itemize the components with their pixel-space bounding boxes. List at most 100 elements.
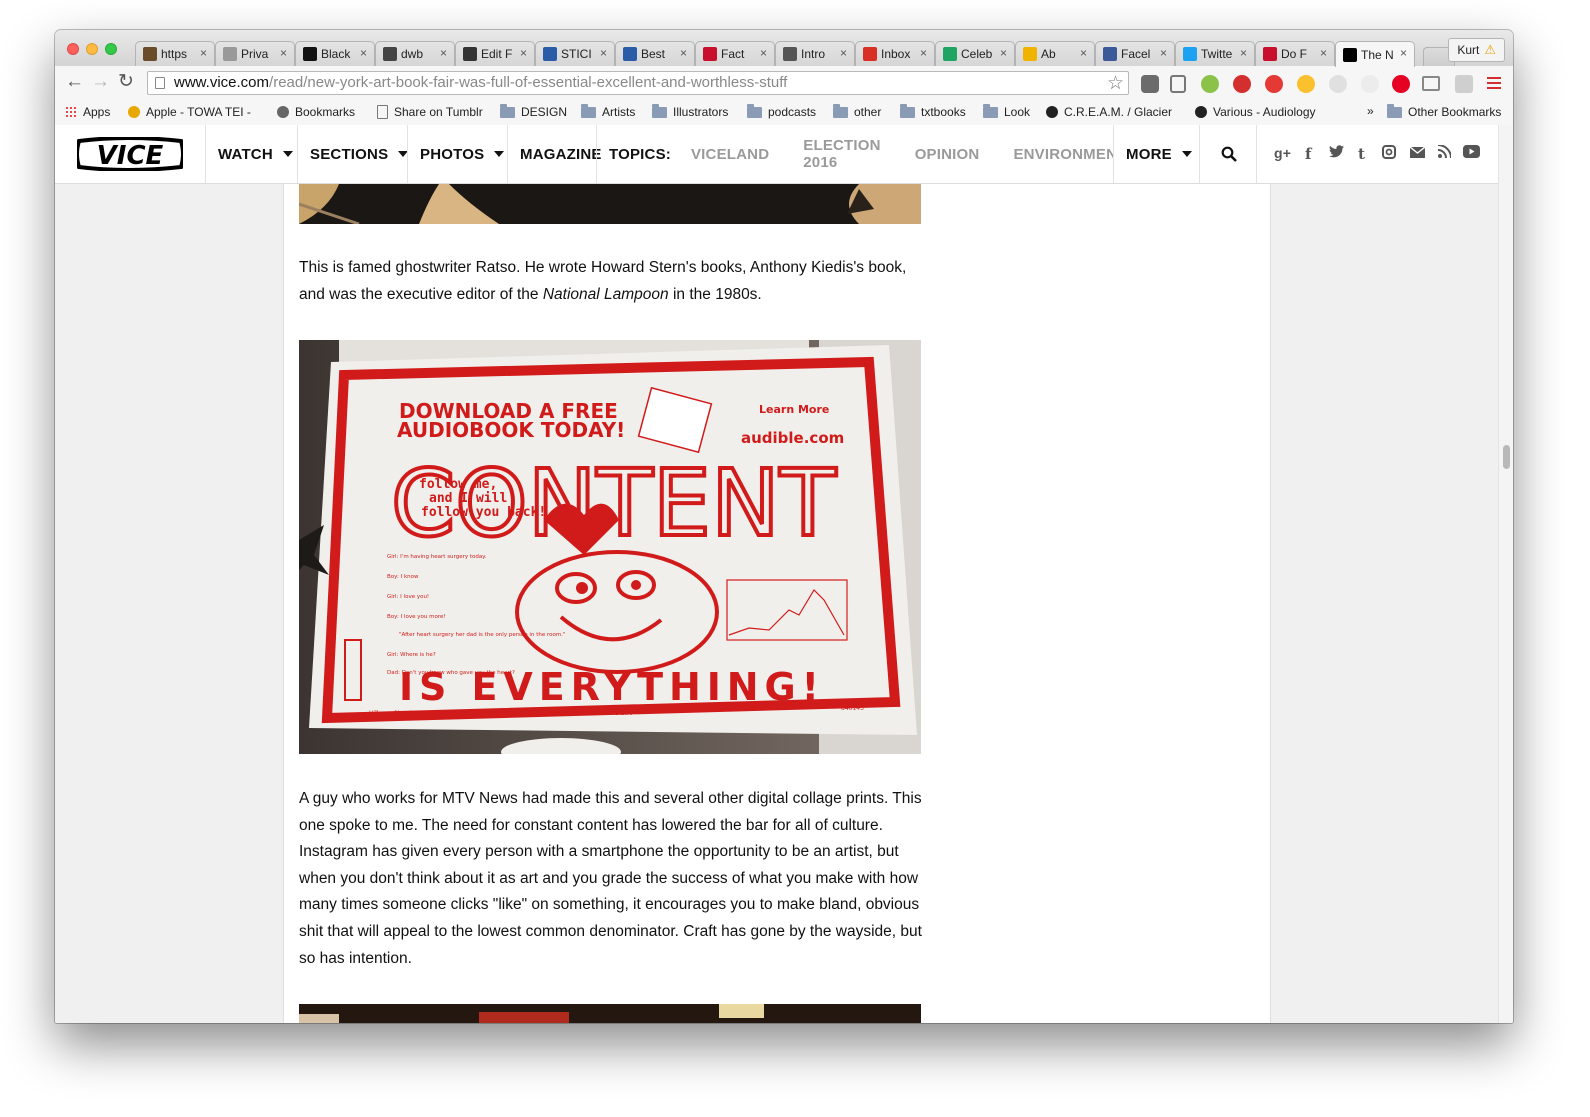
google-plus-icon[interactable]: g+ [1274,145,1291,161]
bookmark-item[interactable]: Apple - TOWA TEI - [128,105,251,119]
instagram-icon[interactable] [1382,145,1396,163]
browser-tab[interactable]: Priva × [215,41,295,66]
bookmark-item[interactable]: Artists [581,103,636,119]
extension-icon[interactable] [1455,75,1473,93]
nav-sections[interactable]: SECTIONS [297,125,409,183]
close-tab-icon[interactable]: × [1000,46,1007,60]
bookmark-item[interactable]: Share on Tumblr [377,105,483,119]
close-tab-icon[interactable]: × [280,46,287,60]
facebook-icon[interactable]: f [1305,145,1312,163]
browser-tab[interactable]: Edit F × [455,41,535,66]
reading-extension-icon[interactable] [1170,75,1186,93]
nav-watch[interactable]: WATCH [205,125,298,183]
folder-icon [833,103,848,118]
back-arrow-icon[interactable]: ← [65,72,84,92]
profile-button[interactable]: Kurt ⚠ [1448,38,1505,62]
minimize-window-button[interactable] [86,43,98,55]
close-tab-icon[interactable]: × [1240,46,1247,60]
topic-opinion[interactable]: OPINION [915,146,980,163]
close-tab-icon[interactable]: × [680,46,687,60]
emoji-extension-icon[interactable] [1297,75,1315,93]
close-tab-icon[interactable]: × [760,46,767,60]
bookmarks-overflow-icon[interactable]: » [1367,104,1374,118]
nav-sections-label: SECTIONS [310,145,389,163]
pocket-extension-icon[interactable] [1141,75,1159,93]
browser-tab[interactable]: Fact × [695,41,775,66]
forward-arrow-icon[interactable]: → [91,72,110,92]
browser-tab[interactable]: Facel × [1095,41,1175,66]
close-window-button[interactable] [67,43,79,55]
browser-tab[interactable]: dwb × [375,41,455,66]
zoom-window-button[interactable] [105,43,117,55]
close-tab-icon[interactable]: × [1320,46,1327,60]
close-tab-icon[interactable]: × [1400,46,1407,60]
twitter-icon[interactable] [1329,145,1344,162]
topic-viceland[interactable]: VICELAND [691,146,769,163]
rss-icon[interactable] [1437,144,1452,162]
mail-icon[interactable] [1409,145,1426,162]
vice-logo-text: VICE [97,141,164,171]
close-tab-icon[interactable]: × [520,46,527,60]
bookmark-item[interactable]: DESIGN [500,103,568,119]
evernote-extension-icon[interactable] [1201,75,1219,93]
close-tab-icon[interactable]: × [920,46,927,60]
browser-tab[interactable]: Intro × [775,41,855,66]
pinterest-extension-icon[interactable] [1392,75,1410,93]
browser-tab[interactable]: https × [135,41,215,66]
bookmark-item[interactable]: Apps [65,105,110,119]
page-scrollbar[interactable] [1498,125,1513,1023]
url-host: www.vice.com [174,74,270,91]
bookmark-item[interactable]: txtbooks [900,103,966,119]
nav-search[interactable] [1199,125,1257,183]
close-tab-icon[interactable]: × [600,46,607,60]
browser-tab[interactable]: Ab × [1015,41,1095,66]
bookmark-item[interactable]: C.R.E.A.M. / Glacier [1046,105,1172,119]
adblock-extension-icon[interactable] [1233,75,1251,93]
adblock-plus-extension-icon[interactable] [1265,75,1283,93]
bookmark-item[interactable]: Bookmarks [277,105,355,119]
nav-watch-label: WATCH [218,145,273,163]
browser-tab[interactable]: Black × [295,41,375,66]
menu-icon[interactable] [1487,77,1501,89]
bookmark-item[interactable]: podcasts [747,103,816,119]
other-bookmarks-folder[interactable]: Other Bookmarks [1387,103,1501,119]
bookmark-item[interactable]: other [833,103,881,119]
close-tab-icon[interactable]: × [1080,46,1087,60]
topic-election-2016[interactable]: ELECTION 2016 [803,137,880,171]
bookmark-item[interactable]: Various - Audiology [1195,105,1316,119]
bookmark-label: Artists [602,105,636,119]
reload-icon[interactable]: ↻ [118,72,134,92]
close-tab-icon[interactable]: × [1160,46,1167,60]
browser-tab[interactable]: Twitte × [1175,41,1255,66]
nav-photos[interactable]: PHOTOS [407,125,508,183]
browser-tab[interactable]: Inbox × [855,41,935,66]
bookmark-item[interactable]: Look [983,103,1030,119]
scrollbar-thumb[interactable] [1503,445,1510,469]
youtube-icon[interactable] [1463,145,1480,162]
browser-tab[interactable]: Celeb × [935,41,1015,66]
topic-environment[interactable]: ENVIRONMENT [1013,146,1114,163]
tumblr-icon[interactable]: t [1358,145,1365,163]
page-gutter-right [1271,184,1498,1023]
close-tab-icon[interactable]: × [200,46,207,60]
browser-tab[interactable]: STICI × [535,41,615,66]
nav-magazine[interactable]: MAGAZINE [507,125,601,183]
bookmark-star-icon[interactable]: ☆ [1107,72,1124,95]
disabled-extension-icon[interactable] [1329,75,1347,93]
bookmark-item[interactable]: Illustrators [652,103,728,119]
address-bar[interactable]: www.vice.com/read/new-york-art-book-fair… [147,71,1129,95]
extension-icon[interactable] [1361,75,1379,93]
folder-icon [581,103,596,118]
browser-tab[interactable]: Best × [615,41,695,66]
close-tab-icon[interactable]: × [440,46,447,60]
close-tab-icon[interactable]: × [360,46,367,60]
vice-logo[interactable]: VICE [77,137,183,171]
browser-tab[interactable]: Do F × [1255,41,1335,66]
twitter-icon [1183,47,1197,61]
close-tab-icon[interactable]: × [840,46,847,60]
nav-more[interactable]: MORE [1113,125,1200,183]
article-photo-ratso [299,184,921,224]
browser-tab[interactable]: The N × [1335,41,1415,67]
bookmark-label: DESIGN [521,105,568,119]
cast-icon[interactable] [1422,76,1440,91]
